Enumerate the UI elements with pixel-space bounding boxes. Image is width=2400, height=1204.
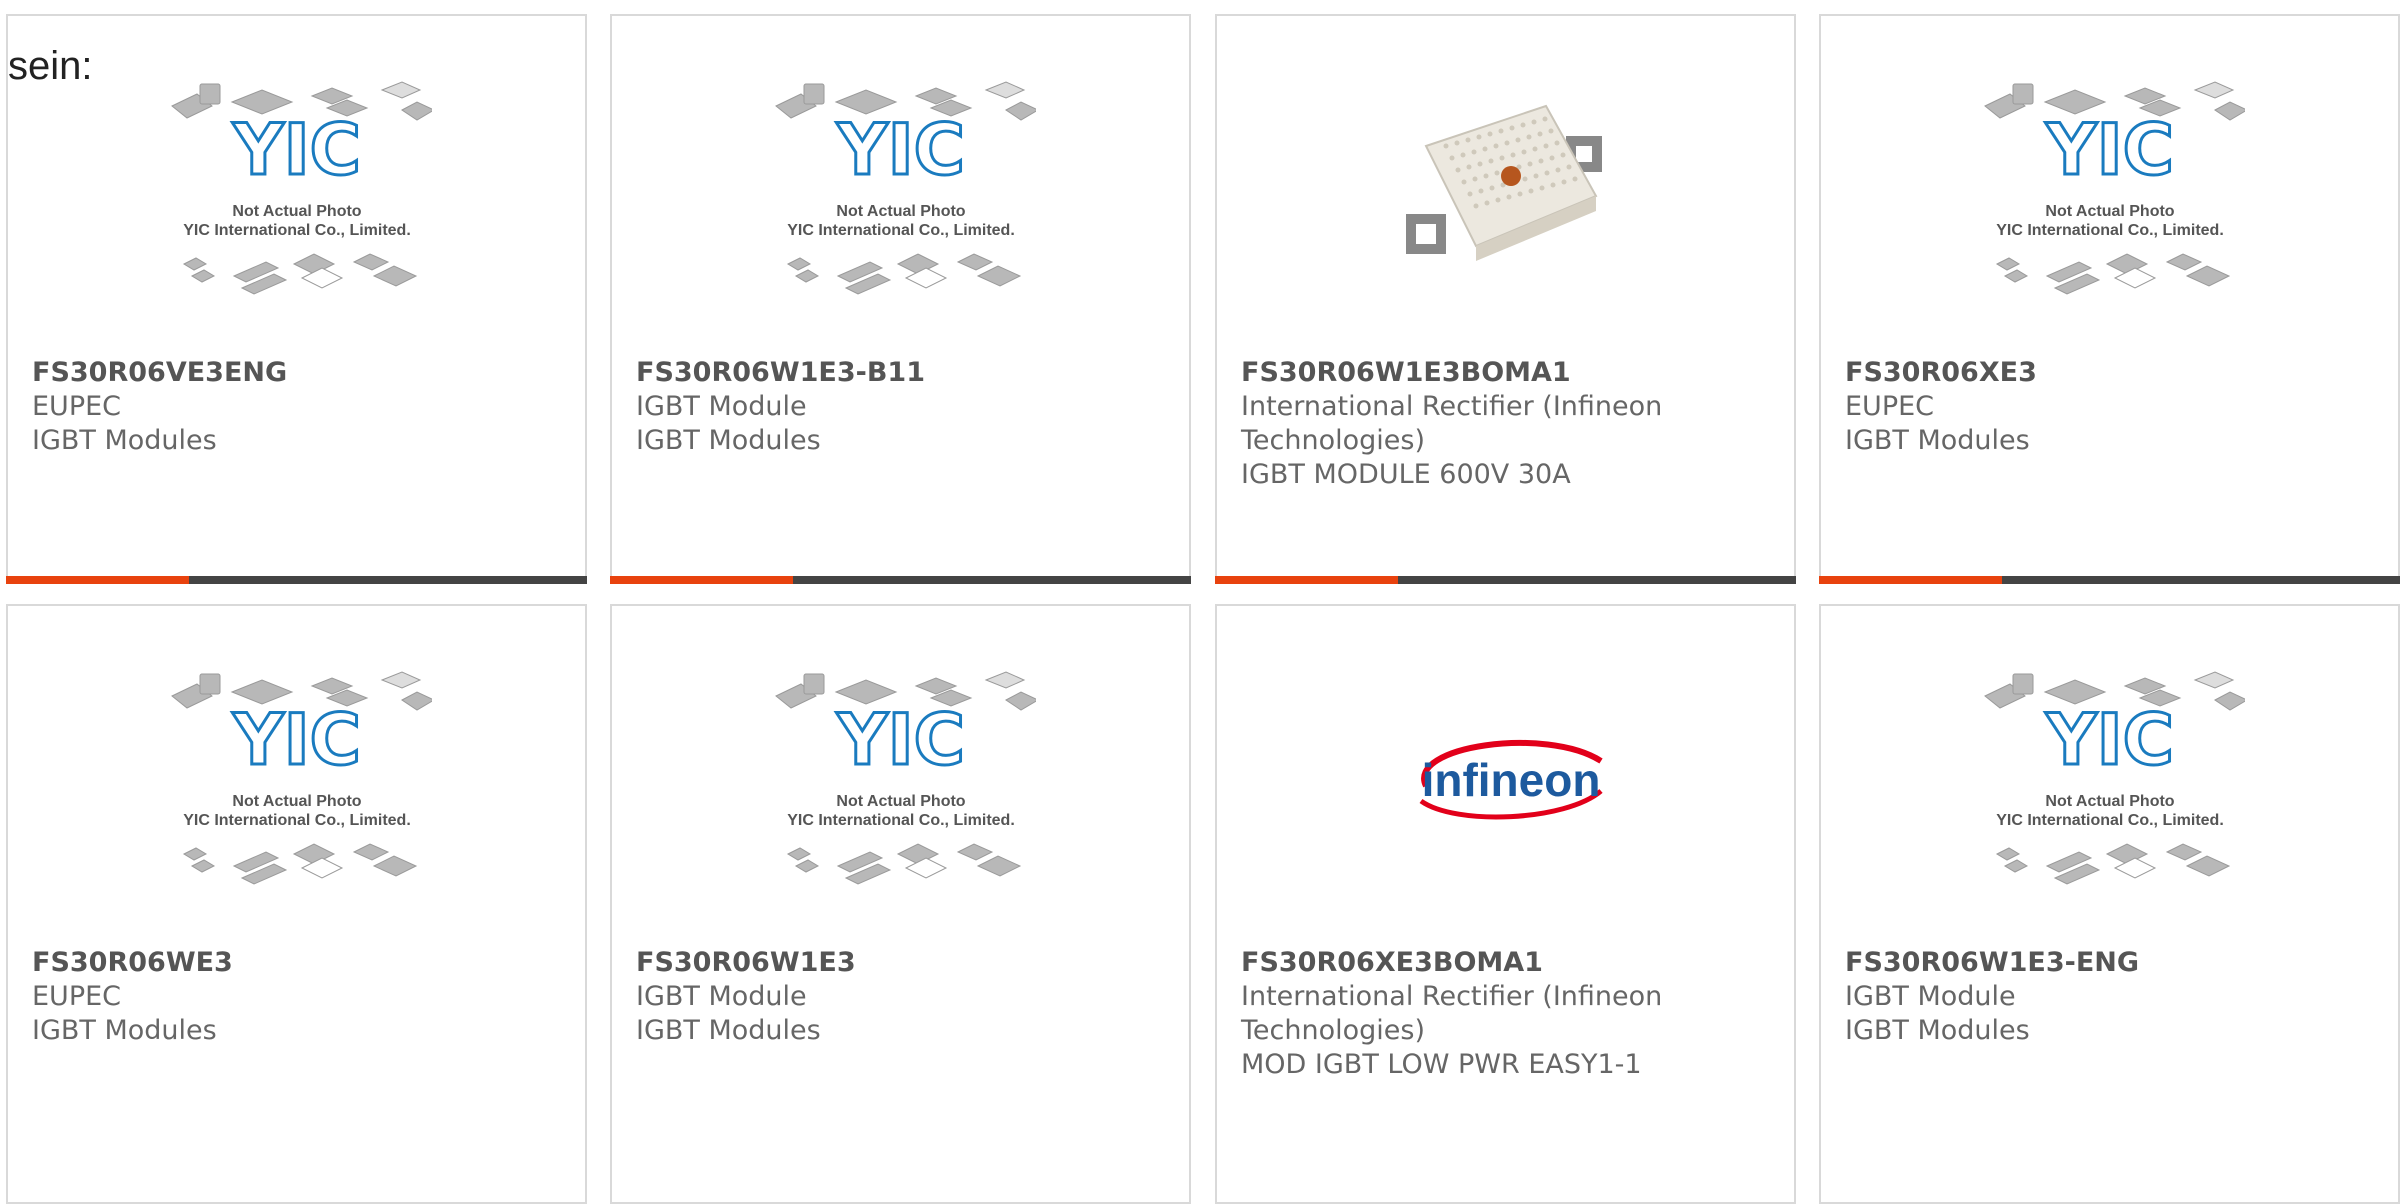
product-image[interactable] [1217, 16, 1794, 356]
product-image[interactable]: infineon [1217, 606, 1794, 946]
description: IGBT Modules [636, 425, 821, 456]
manufacturer: EUPEC [32, 391, 122, 422]
placeholder-caption-1: Not Actual Photo [2045, 203, 2174, 220]
manufacturer: IGBT Module [636, 391, 807, 422]
yic-logo: YIC [231, 699, 360, 781]
yic-logo: YIC [2044, 109, 2173, 191]
yic-placeholder-image: YIC Not Actual Photo YIC International C… [1983, 671, 2245, 885]
part-number-link[interactable]: FS30R06XE3 [1845, 356, 2378, 390]
description: IGBT Modules [1845, 1015, 2030, 1046]
placeholder-caption-2: YIC International Co., Limited. [787, 812, 1015, 829]
product-info: FS30R06W1E3-B11 IGBT Module IGBT Modules [636, 356, 1169, 458]
product-card[interactable]: infineon FS30R06XE3BOMA1 International Re… [1215, 604, 1796, 1204]
description: IGBT Modules [32, 1015, 217, 1046]
yic-placeholder-image: YIC Not Actual Photo YIC International C… [774, 671, 1036, 885]
description: IGBT Modules [32, 425, 217, 456]
manufacturer: EUPEC [32, 981, 122, 1012]
yic-placeholder-image: YIC Not Actual Photo YIC International C… [774, 81, 1036, 295]
product-image[interactable]: YIC Not Actual Photo YIC International C… [612, 16, 1189, 356]
placeholder-caption-1: Not Actual Photo [836, 203, 965, 220]
product-card[interactable]: YIC Not Actual Photo YIC International C… [610, 604, 1191, 1204]
placeholder-caption-2: YIC International Co., Limited. [183, 222, 411, 239]
part-number-link[interactable]: FS30R06W1E3-ENG [1845, 946, 2378, 980]
description: IGBT MODULE 600V 30A [1241, 459, 1571, 490]
manufacturer: IGBT Module [1845, 981, 2016, 1012]
placeholder-caption-2: YIC International Co., Limited. [1996, 812, 2224, 829]
product-card[interactable]: YIC Not Actual Photo YIC International C… [610, 14, 1191, 584]
card-bottom-bar [610, 576, 1191, 584]
part-number-link[interactable]: FS30R06VE3ENG [32, 356, 565, 390]
product-info: FS30R06WE3 EUPEC IGBT Modules [32, 946, 565, 1048]
svg-text:infineon: infineon [1421, 754, 1600, 806]
card-accent-bar [1215, 576, 1398, 584]
product-card[interactable]: YIC Not Actual Photo YIC International C… [6, 604, 587, 1204]
product-grid: YIC Not Actual Photo YIC International C… [0, 0, 2400, 1204]
card-accent-bar [610, 576, 793, 584]
yic-placeholder-image: YIC Not Actual Photo YIC International C… [170, 81, 432, 295]
placeholder-caption-1: Not Actual Photo [836, 793, 965, 810]
yic-logo: YIC [835, 109, 964, 191]
part-number-link[interactable]: FS30R06WE3 [32, 946, 565, 980]
yic-logo: YIC [835, 699, 964, 781]
product-info: FS30R06W1E3 IGBT Module IGBT Modules [636, 946, 1169, 1048]
card-bottom-bar [1819, 576, 2400, 584]
product-info: FS30R06W1E3-ENG IGBT Module IGBT Modules [1845, 946, 2378, 1048]
card-accent-bar [1819, 576, 2002, 584]
product-card[interactable]: YIC Not Actual Photo YIC International C… [1819, 604, 2400, 1204]
placeholder-caption-1: Not Actual Photo [232, 793, 361, 810]
placeholder-caption-1: Not Actual Photo [232, 203, 361, 220]
part-number-link[interactable]: FS30R06XE3BOMA1 [1241, 946, 1774, 980]
description: IGBT Modules [1845, 425, 2030, 456]
infineon-logo: infineon [1419, 739, 1603, 820]
placeholder-caption-2: YIC International Co., Limited. [787, 222, 1015, 239]
description: IGBT Modules [636, 1015, 821, 1046]
placeholder-caption-2: YIC International Co., Limited. [1996, 222, 2224, 239]
yic-logo: YIC [231, 109, 360, 191]
manufacturer: IGBT Module [636, 981, 807, 1012]
part-number-link[interactable]: FS30R06W1E3BOMA1 [1241, 356, 1774, 390]
part-number-link[interactable]: FS30R06W1E3 [636, 946, 1169, 980]
placeholder-caption-1: Not Actual Photo [2045, 793, 2174, 810]
product-image[interactable]: YIC Not Actual Photo YIC International C… [8, 16, 585, 356]
yic-logo: YIC [2044, 699, 2173, 781]
description: MOD IGBT LOW PWR EASY1-1 [1241, 1049, 1642, 1080]
card-bottom-bar [1215, 576, 1796, 584]
product-info: FS30R06VE3ENG EUPEC IGBT Modules [32, 356, 565, 458]
card-bottom-bar [6, 576, 587, 584]
product-info: FS30R06XE3BOMA1 International Rectifier (… [1241, 946, 1774, 1082]
product-image[interactable]: YIC Not Actual Photo YIC International C… [612, 606, 1189, 946]
product-image[interactable]: YIC Not Actual Photo YIC International C… [1821, 16, 2398, 356]
manufacturer: International Rectifier (Infineon Techno… [1241, 391, 1663, 456]
intro-text: sein: [8, 44, 93, 88]
product-card[interactable]: YIC Not Actual Photo YIC International C… [6, 14, 587, 584]
part-number-link[interactable]: FS30R06W1E3-B11 [636, 356, 1169, 390]
manufacturer: EUPEC [1845, 391, 1935, 422]
igbt-module-photo [1405, 104, 1602, 261]
manufacturer: International Rectifier (Infineon Techno… [1241, 981, 1663, 1046]
yic-placeholder-image: YIC Not Actual Photo YIC International C… [1983, 81, 2245, 295]
placeholder-caption-2: YIC International Co., Limited. [183, 812, 411, 829]
card-accent-bar [6, 576, 189, 584]
yic-placeholder-image: YIC Not Actual Photo YIC International C… [170, 671, 432, 885]
product-info: FS30R06XE3 EUPEC IGBT Modules [1845, 356, 2378, 458]
product-image[interactable]: YIC Not Actual Photo YIC International C… [1821, 606, 2398, 946]
product-image[interactable]: YIC Not Actual Photo YIC International C… [8, 606, 585, 946]
product-card[interactable]: FS30R06W1E3BOMA1 International Rectifier … [1215, 14, 1796, 584]
product-card[interactable]: YIC Not Actual Photo YIC International C… [1819, 14, 2400, 584]
product-info: FS30R06W1E3BOMA1 International Rectifier … [1241, 356, 1774, 492]
